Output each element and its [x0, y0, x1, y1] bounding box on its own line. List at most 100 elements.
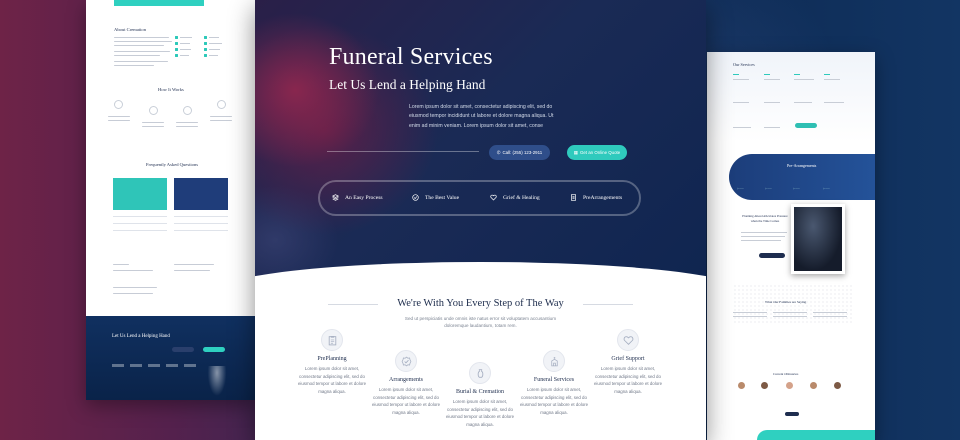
obituary-avatar[interactable] [810, 382, 817, 389]
text-line [741, 236, 785, 238]
service-description: Lorem ipsum dolor sit amet, consectetur … [297, 366, 367, 394]
service-grief-support[interactable]: Grief Support Lorem ipsum dolor sit amet… [590, 329, 666, 395]
candle-image [206, 366, 228, 400]
text-line [733, 312, 767, 314]
feature-label: PreArrangements [583, 194, 623, 201]
list-item [204, 36, 219, 39]
service-description: Lorem ipsum dolor sit amet, consectetur … [371, 387, 441, 415]
step-icon [114, 100, 123, 109]
clipboard-icon [321, 329, 343, 351]
banner-item: ◇ —— [793, 188, 800, 190]
obituary-avatar[interactable] [786, 382, 793, 389]
our-services-title: Our Services [733, 62, 755, 67]
faq-item[interactable] [113, 217, 167, 224]
service-name: Arrangements [389, 377, 423, 383]
service-arrangements[interactable]: Arrangements Lorem ipsum dolor sit amet,… [368, 350, 444, 416]
text-line [764, 127, 780, 129]
dot-pattern [733, 284, 853, 324]
service-name: PrePlanning [317, 356, 347, 362]
reviews-title: What Our Families are Saying [765, 300, 807, 304]
text-line [114, 55, 160, 57]
faq-item[interactable] [174, 210, 228, 217]
hero-title: Funeral Services [329, 44, 493, 70]
faq-item[interactable] [174, 224, 228, 231]
text-line [210, 120, 232, 122]
service-description: Lorem ipsum dolor sit amet, consectetur … [519, 387, 589, 415]
feature-best-value[interactable]: The Best Value [412, 194, 459, 201]
accent-line [764, 74, 770, 76]
faq-title: Frequently Asked Questions [146, 162, 199, 167]
faq-column [113, 178, 167, 238]
text-line [114, 65, 154, 67]
obituary-avatar[interactable] [738, 382, 745, 389]
text-line [824, 79, 840, 81]
planning-button[interactable] [759, 253, 785, 258]
text-line [741, 240, 781, 242]
service-preplanning[interactable]: PrePlanning Lorem ipsum dolor sit amet, … [294, 329, 370, 395]
obituary-avatar[interactable] [761, 382, 768, 389]
text-line [794, 79, 814, 81]
footer-quote-button[interactable] [203, 347, 225, 352]
text-line [733, 316, 767, 318]
faq-open-item[interactable] [174, 178, 228, 210]
obituaries-title: Current Obituaries [773, 372, 799, 376]
step-icon [183, 106, 192, 115]
faq-item[interactable] [174, 217, 228, 224]
text-line [174, 264, 214, 266]
text-line [113, 287, 157, 289]
list-item [175, 48, 191, 51]
feature-label: The Best Value [425, 194, 460, 201]
text-line [113, 270, 153, 272]
partner-logos [112, 364, 196, 367]
service-name: Burial & Cremation [456, 389, 504, 395]
text-line [114, 41, 172, 43]
footer-call-button[interactable] [172, 347, 194, 352]
obituaries-button[interactable] [785, 412, 799, 416]
layers-icon [332, 194, 339, 201]
grief-photo [791, 204, 845, 274]
banner-item: ◇ —— [765, 188, 772, 190]
text-line [113, 264, 129, 266]
teal-footer-shape [757, 430, 875, 440]
step-icon [149, 106, 158, 115]
accent-line [794, 74, 800, 76]
feature-prearrangements[interactable]: PreArrangements [570, 194, 622, 201]
text-line [824, 102, 844, 104]
about-title: About Cremation [114, 27, 147, 32]
feature-grief-healing[interactable]: Grief & Healing [490, 194, 540, 201]
hero-section: Funeral Services Let Us Lend a Helping H… [255, 0, 706, 300]
feature-easy-process[interactable]: An Easy Process [332, 194, 383, 201]
services-button[interactable] [795, 123, 817, 128]
document-icon [571, 194, 576, 201]
prearrangements-banner: Pre-Arrangements ◇ —— ◇ —— ◇ —— ◇ —— [729, 154, 875, 200]
check-circle-icon [412, 194, 419, 201]
service-funeral-services[interactable]: Funeral Services Lorem ipsum dolor sit a… [516, 350, 592, 416]
heart-icon [490, 194, 497, 201]
planning-title: Planning Ahead Alleviates Pressure when … [742, 214, 788, 223]
text-line [764, 79, 780, 81]
accent-line [824, 74, 830, 76]
faq-item[interactable] [113, 224, 167, 231]
banner-item: ◇ —— [737, 188, 744, 190]
online-quote-button[interactable]: ▦ Get an Online Quote [567, 145, 627, 160]
banner-item: ◇ —— [823, 188, 830, 190]
list-item [204, 42, 222, 45]
faq-item[interactable] [113, 210, 167, 217]
features-bar: An Easy Process The Best Value Grief & H… [318, 180, 641, 216]
text-line [733, 79, 749, 81]
text-line [114, 45, 164, 47]
left-page-preview: About Cremation How It Works Frequently … [86, 0, 256, 400]
faq-column [174, 178, 228, 238]
feature-label: An Easy Process [345, 194, 383, 201]
list-item [204, 48, 220, 51]
online-quote-label: Get an Online Quote [579, 150, 621, 155]
service-name: Funeral Services [533, 377, 575, 383]
call-button[interactable]: ✆ Call: (255) 123-2911 [489, 145, 550, 160]
text-line [114, 37, 169, 39]
right-page-preview: Our Services Pre-Arrangements ◇ —— ◇ —— … [707, 52, 875, 440]
service-burial-cremation[interactable]: Burial & Cremation Lorem ipsum dolor sit… [442, 362, 518, 428]
obituary-avatar[interactable] [834, 382, 841, 389]
faq-open-item[interactable] [113, 178, 167, 210]
text-line [773, 312, 807, 314]
text-line [741, 232, 787, 234]
